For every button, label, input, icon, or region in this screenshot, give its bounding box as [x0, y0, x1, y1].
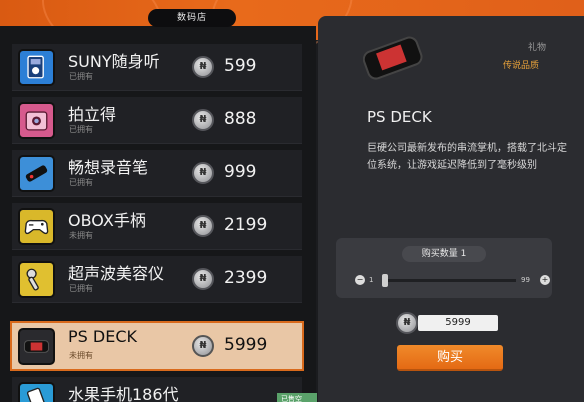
shop-item[interactable]: 水果手机186代 [12, 377, 302, 402]
coin-icon: ₦ [396, 312, 418, 334]
phone-icon [18, 382, 55, 402]
coin-icon: ₦ [192, 109, 214, 131]
item-name: 超声波美容仪 [68, 264, 165, 283]
item-price: 2399 [224, 268, 268, 288]
instant-camera-icon [18, 102, 55, 139]
item-price: 5999 [224, 335, 268, 355]
coin-icon: ₦ [192, 268, 214, 290]
item-name: 畅想录音笔 [68, 158, 149, 177]
item-price: 999 [224, 162, 257, 182]
handheld-console-icon [18, 328, 55, 365]
item-name: OBOX手柄 [68, 211, 146, 230]
item-name: PS DECK [68, 327, 137, 346]
shop-item[interactable]: 畅想录音笔 已拥有 ₦ 999 [12, 150, 302, 197]
minus-button[interactable]: − [355, 275, 365, 285]
slider-handle[interactable] [382, 274, 388, 287]
beauty-device-icon [18, 261, 55, 298]
shop-item[interactable]: 拍立得 已拥有 ₦ 888 [12, 97, 302, 144]
shop-item[interactable]: SUNY随身听 已拥有 ₦ 599 [12, 44, 302, 91]
item-name: SUNY随身听 [68, 52, 160, 71]
plus-button[interactable]: + [540, 275, 550, 285]
walkman-icon [18, 49, 55, 86]
gamepad-icon [18, 208, 55, 245]
coin-icon: ₦ [192, 162, 214, 184]
item-status: 未拥有 [69, 351, 93, 360]
item-name: 拍立得 [68, 105, 117, 124]
item-price: 599 [224, 56, 257, 76]
detail-description: 巨硬公司最新发布的串流掌机，搭载了北斗定位系统，让游戏延迟降低到了毫秒级别 [367, 143, 567, 171]
item-status: 已拥有 [69, 178, 93, 187]
shop-item[interactable]: OBOX手柄 未拥有 ₦ 2199 [12, 203, 302, 250]
coin-icon: ₦ [192, 56, 214, 78]
item-price: 2199 [224, 215, 268, 235]
quantity-label: 购买数量 1 [402, 246, 486, 262]
handheld-console-icon [362, 30, 423, 88]
shop-item-selected[interactable]: PS DECK 未拥有 ₦ 5999 [10, 321, 304, 371]
buy-button[interactable]: 购买 [397, 345, 503, 371]
sold-out-badge: 已售空 [277, 393, 317, 402]
item-status: 已拥有 [69, 125, 93, 134]
coin-icon: ₦ [192, 215, 214, 237]
item-name: 水果手机186代 [68, 385, 179, 402]
item-status: 未拥有 [69, 231, 93, 240]
range-min: 1 [369, 276, 374, 284]
coin-icon: ₦ [192, 335, 214, 357]
item-price: 888 [224, 109, 257, 129]
item-category: 礼物 [528, 43, 547, 53]
range-max: 99 [521, 276, 530, 284]
shop-item[interactable]: 超声波美容仪 已拥有 ₦ 2399 [12, 256, 302, 303]
voice-recorder-icon [18, 155, 55, 192]
shop-title: 数码店 [148, 9, 236, 27]
item-status: 已拥有 [69, 284, 93, 293]
item-rarity: 传说品质 [503, 61, 540, 71]
total-price: 5999 [418, 315, 498, 331]
quantity-slider[interactable] [382, 279, 516, 282]
item-status: 已拥有 [69, 72, 93, 81]
detail-title: PS DECK [367, 108, 432, 126]
